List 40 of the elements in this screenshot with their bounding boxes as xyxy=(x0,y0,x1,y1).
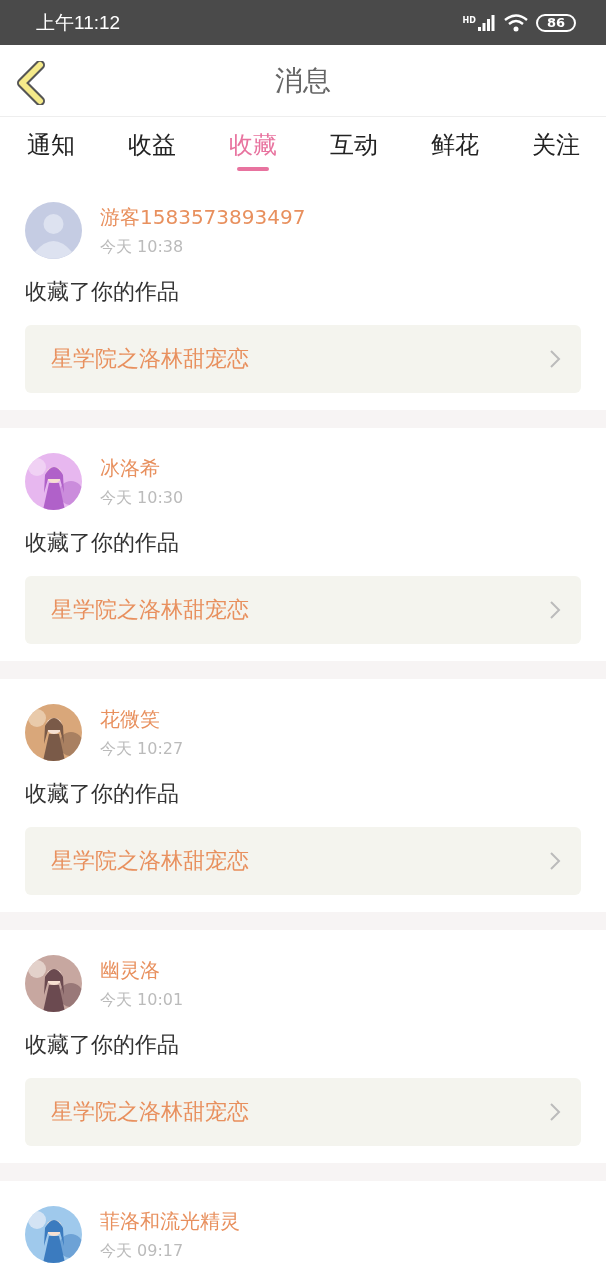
message-time: 今天 09:17 xyxy=(100,1240,185,1262)
message-time: 今天 10:30 xyxy=(100,487,184,509)
tab[interactable]: 互动 xyxy=(303,117,404,177)
chevron-right-icon xyxy=(549,349,561,369)
work-link[interactable]: 星学院之洛林甜宠恋 xyxy=(25,576,581,644)
work-link[interactable]: 星学院之洛林甜宠恋 xyxy=(25,827,581,895)
back-button[interactable] xyxy=(14,61,48,106)
message-text: 收藏了你的作品 xyxy=(25,278,180,306)
user-name[interactable]: 冰洛希 xyxy=(100,454,184,482)
work-title: 星学院之洛林甜宠恋 xyxy=(51,345,249,373)
message-text: 收藏了你的作品 xyxy=(25,529,180,557)
chevron-right-icon xyxy=(549,1102,561,1122)
work-title: 星学院之洛林甜宠恋 xyxy=(51,847,249,875)
work-link[interactable]: 星学院之洛林甜宠恋 xyxy=(25,1078,581,1146)
tab[interactable]: 关注 xyxy=(505,117,606,177)
message-time: 今天 10:01 xyxy=(100,989,184,1011)
tab[interactable]: 鲜花 xyxy=(404,117,505,177)
message-time: 今天 10:38 xyxy=(100,236,185,258)
work-link[interactable]: 星学院之洛林甜宠恋 xyxy=(25,325,581,393)
message-text: 收藏了你的作品 xyxy=(25,1031,180,1059)
chevron-right-icon xyxy=(549,851,561,871)
message-time: 今天 10:27 xyxy=(100,738,184,760)
tab[interactable]: 收藏 xyxy=(202,117,303,177)
user-name[interactable]: 幽灵洛 xyxy=(100,956,184,984)
user-name[interactable]: 花微笑 xyxy=(100,705,184,733)
message-text: 收藏了你的作品 xyxy=(25,780,180,808)
page-title: 消息 xyxy=(275,62,331,99)
avatar-placeholder-icon xyxy=(25,202,82,259)
chevron-right-icon xyxy=(549,600,561,620)
work-title: 星学院之洛林甜宠恋 xyxy=(51,596,249,624)
tab[interactable]: 收益 xyxy=(101,117,202,177)
user-name[interactable]: 游客1583573893497 xyxy=(100,203,306,231)
battery-level: 86 xyxy=(535,13,576,32)
work-title: 星学院之洛林甜宠恋 xyxy=(51,1098,249,1126)
tab[interactable]: 通知 xyxy=(0,117,101,177)
wifi-icon xyxy=(503,13,528,32)
user-name[interactable]: 菲洛和流光精灵 xyxy=(100,1207,240,1235)
signal-icon xyxy=(477,14,496,31)
network-type: HD xyxy=(462,15,476,25)
status-time: 上午11:12 xyxy=(36,10,121,35)
